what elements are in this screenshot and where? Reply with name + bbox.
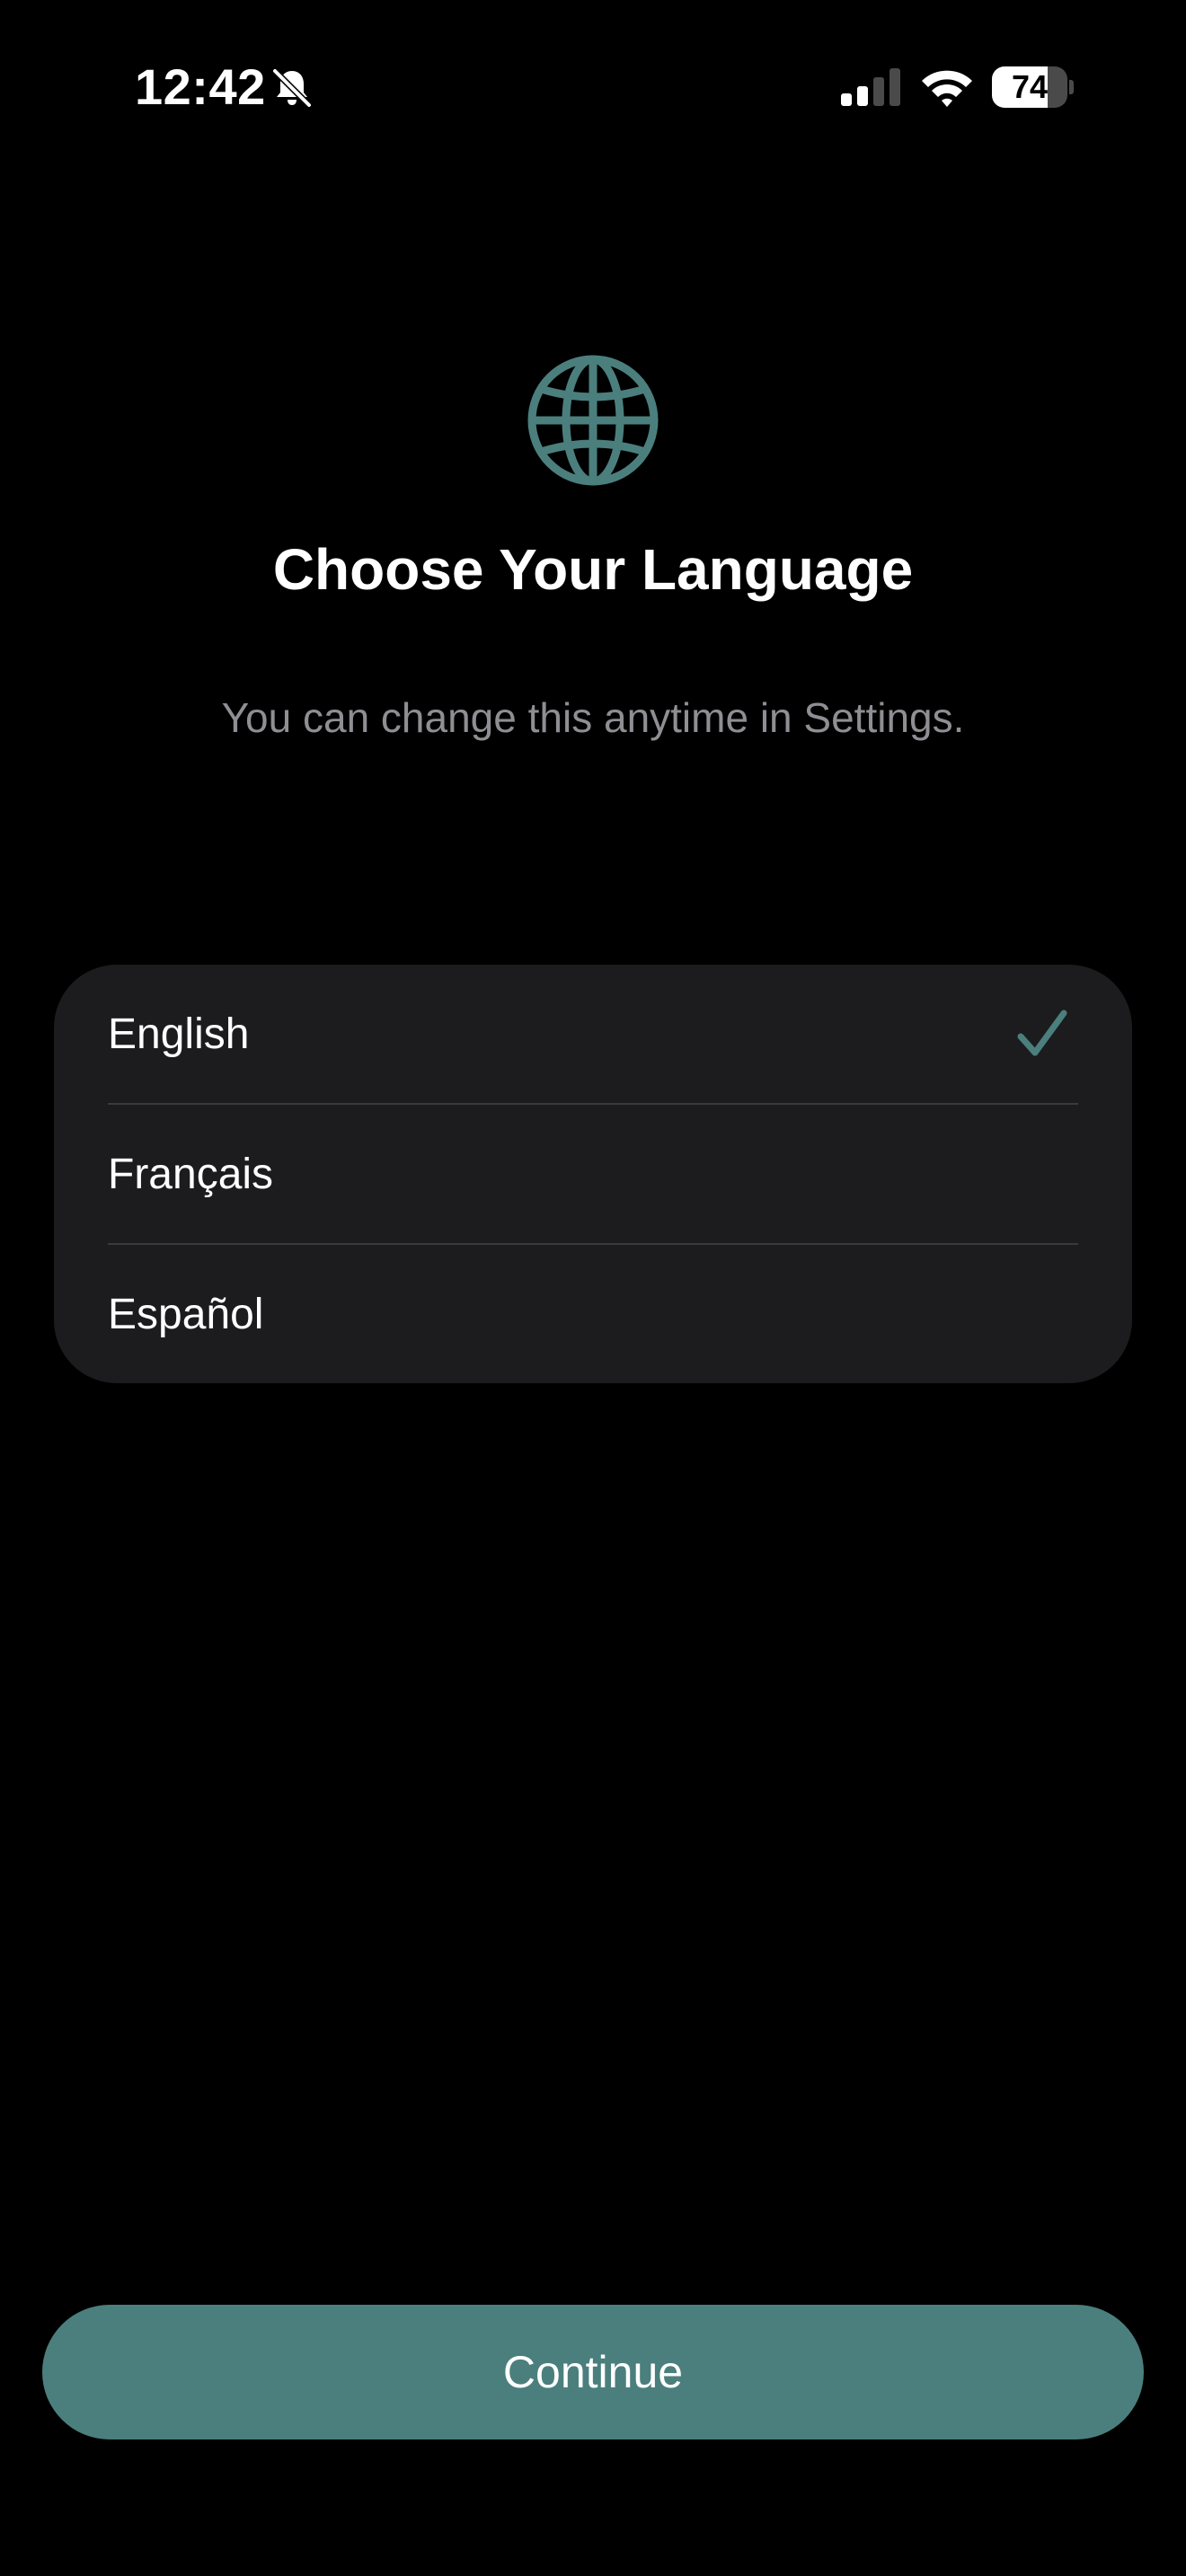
- language-label: Français: [108, 1151, 274, 1198]
- cellular-signal-icon: [841, 68, 900, 106]
- battery-percent: 74: [1011, 68, 1049, 105]
- battery-body: 74: [992, 66, 1067, 108]
- signal-bar-3: [873, 77, 884, 106]
- signal-bar-4: [890, 68, 900, 106]
- bell-slash-icon: [271, 67, 313, 109]
- signal-bar-2: [857, 86, 868, 106]
- language-list: English Français Español: [54, 965, 1132, 1383]
- signal-bar-1: [841, 93, 852, 106]
- language-option-english[interactable]: English: [54, 965, 1132, 1105]
- language-label: English: [108, 1010, 250, 1058]
- globe-icon: [527, 355, 659, 486]
- status-time: 12:42: [135, 58, 266, 115]
- battery-icon: 74: [992, 66, 1074, 108]
- page-subtitle: You can change this anytime in Settings.: [221, 694, 965, 741]
- checkmark-icon: [1017, 1010, 1067, 1056]
- page-title: Choose Your Language: [272, 537, 914, 602]
- continue-button[interactable]: Continue: [42, 2305, 1144, 2439]
- battery-tip: [1069, 80, 1074, 94]
- language-option-francais[interactable]: Français: [54, 1105, 1132, 1245]
- status-bar: 12:42 74: [0, 0, 1186, 171]
- wifi-icon: [922, 70, 972, 107]
- language-label: Español: [108, 1291, 264, 1338]
- language-option-espanol[interactable]: Español: [54, 1245, 1132, 1383]
